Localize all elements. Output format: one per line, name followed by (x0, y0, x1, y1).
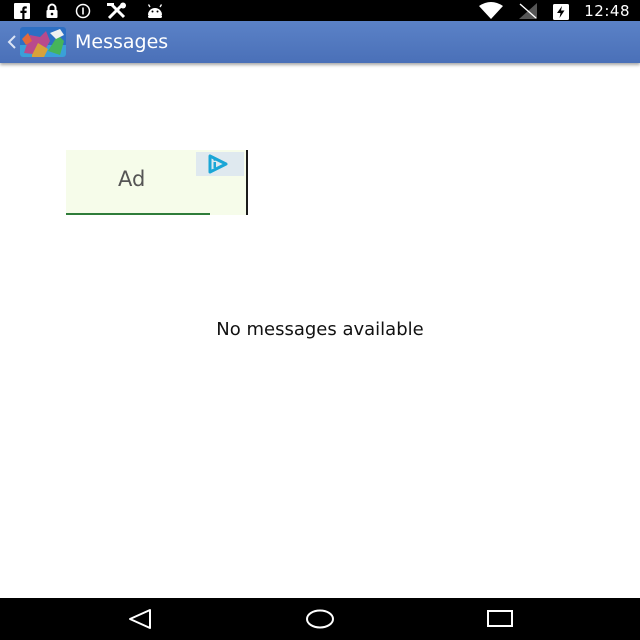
up-navigation-button[interactable] (6, 21, 18, 63)
status-bar: 12:48 (0, 0, 640, 21)
nav-back-button[interactable] (110, 598, 170, 640)
android-icon (146, 3, 164, 19)
tools-icon (106, 2, 132, 20)
recents-icon (487, 610, 513, 627)
ad-choices-button[interactable] (196, 152, 244, 176)
status-clock: 12:48 (584, 1, 630, 20)
ad-label: Ad (118, 167, 146, 191)
wifi-icon (478, 1, 504, 20)
facebook-icon (14, 2, 30, 19)
status-left-icons (14, 0, 164, 21)
ad-banner[interactable]: Ad (66, 150, 248, 215)
chevron-left-icon (7, 35, 16, 49)
app-logo[interactable] (20, 27, 66, 57)
ad-choices-icon (208, 154, 228, 174)
action-bar: Messages (0, 21, 640, 63)
nav-recents-button[interactable] (470, 598, 530, 640)
data-saver-icon (74, 3, 92, 19)
empty-state-text: No messages available (216, 319, 424, 340)
page-title: Messages (75, 31, 169, 53)
back-icon (129, 609, 151, 629)
app-logo-icon (20, 27, 66, 57)
home-icon (306, 609, 334, 629)
navigation-bar (0, 598, 640, 640)
nav-home-button[interactable] (290, 598, 350, 640)
lock-icon (44, 3, 60, 19)
battery-charging-icon (552, 2, 570, 20)
ad-divider (66, 213, 210, 215)
status-right-icons: 12:48 (478, 0, 630, 21)
signal-icon (518, 2, 538, 20)
